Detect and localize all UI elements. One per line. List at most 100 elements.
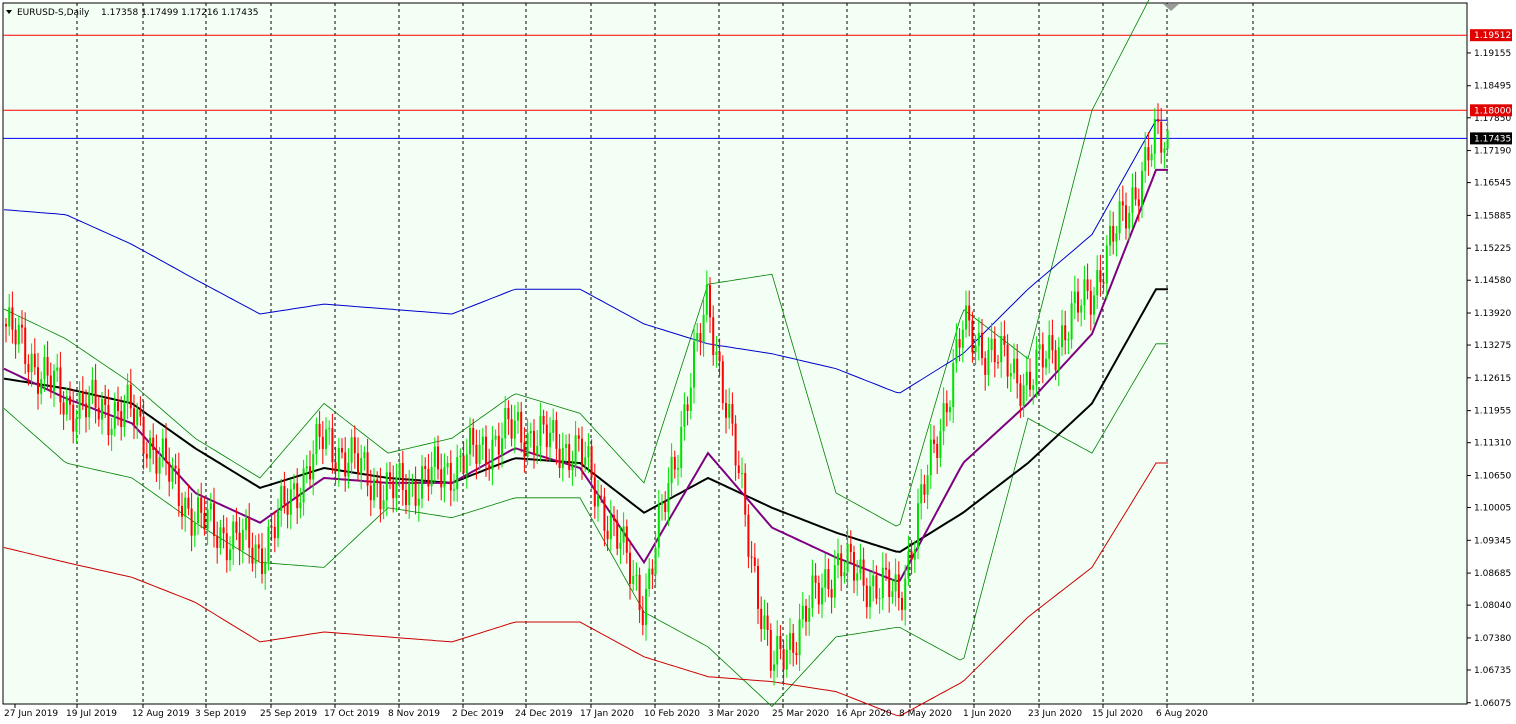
candle-body	[632, 575, 635, 584]
y-tick-label: 1.06735	[1474, 666, 1511, 676]
candle-body	[24, 327, 27, 365]
candle-body	[184, 497, 187, 517]
candle-body	[920, 484, 923, 504]
x-tick-label: 24 Dec 2019	[515, 709, 573, 719]
candle-body	[648, 568, 651, 589]
candle-body	[245, 518, 247, 530]
candle-body	[427, 468, 430, 487]
candle-body	[190, 508, 193, 536]
candle-body	[222, 527, 225, 534]
candle-body	[85, 403, 87, 418]
candle-body	[235, 521, 238, 533]
candle-body	[731, 403, 734, 424]
candle-body	[1163, 148, 1166, 153]
candle-body	[142, 416, 145, 454]
y-tick-label: 1.11310	[1474, 439, 1511, 449]
candle-body	[747, 514, 750, 557]
x-tick-label: 19 Jul 2019	[66, 709, 117, 719]
y-tick-label: 1.15225	[1474, 244, 1511, 254]
candle-body	[763, 615, 766, 630]
candle-body	[1019, 383, 1022, 406]
candle-body	[894, 574, 897, 592]
candle-body	[478, 444, 481, 464]
candle-body	[113, 401, 116, 429]
candle-body	[961, 329, 964, 348]
candle-body	[680, 426, 683, 469]
candle-body	[181, 506, 183, 517]
candle-body	[296, 483, 299, 509]
candle-body	[193, 523, 196, 536]
candle-body	[1070, 303, 1073, 340]
candle-body	[859, 559, 862, 574]
candle-body	[213, 503, 215, 536]
candle-body	[968, 305, 971, 321]
candle-body	[363, 452, 366, 459]
candle-body	[616, 520, 619, 549]
candle-body	[382, 500, 385, 510]
candle-body	[657, 504, 660, 548]
candle-body	[929, 439, 932, 476]
candle-body	[158, 457, 161, 474]
candle-body	[977, 332, 980, 346]
candle-body	[846, 543, 849, 573]
symbol-label: EURUSD-S,Daily	[17, 8, 90, 18]
candle-body	[958, 339, 961, 348]
candle-body	[139, 409, 142, 417]
x-tick-label: 25 Mar 2020	[772, 709, 829, 719]
candle-body	[865, 585, 868, 608]
candle-body	[520, 411, 523, 443]
candle-body	[325, 429, 327, 449]
candle-body	[446, 462, 449, 468]
candle-body	[897, 574, 900, 598]
candle-body	[581, 438, 583, 465]
candle-body	[1125, 205, 1127, 229]
candle-body	[945, 403, 948, 413]
candle-body	[757, 565, 759, 609]
candle-body	[1041, 344, 1044, 368]
candle-body	[801, 605, 804, 620]
candle-body	[1093, 295, 1095, 315]
candle-body	[376, 479, 379, 483]
candle-body	[65, 396, 68, 415]
candle-body	[1121, 201, 1124, 206]
candle-body	[1099, 270, 1102, 283]
candle-body	[1054, 350, 1057, 371]
candle-body	[17, 324, 20, 345]
candle-body	[472, 428, 475, 445]
candle-body	[702, 314, 705, 343]
candle-body	[14, 329, 17, 345]
candle-body	[344, 452, 347, 477]
candle-body	[862, 559, 865, 586]
candle-body	[430, 466, 433, 487]
candle-body	[1134, 187, 1137, 200]
y-tick-label: 1.15885	[1474, 211, 1511, 221]
candle-body	[219, 527, 222, 549]
candle-body	[1131, 187, 1134, 213]
price-chart[interactable]: 1.191551.184951.178501.171901.165451.158…	[0, 0, 1516, 724]
candle-body	[664, 502, 667, 512]
candle-body	[497, 435, 500, 455]
candle-body	[414, 480, 417, 506]
candle-body	[88, 392, 91, 418]
candle-body	[805, 605, 807, 622]
candle-body	[165, 438, 167, 463]
x-tick-label: 17 Jan 2020	[580, 709, 634, 719]
candle-body	[197, 497, 199, 524]
candle-body	[833, 565, 836, 598]
candle-body	[504, 408, 507, 439]
candle-body	[475, 444, 478, 464]
candle-body	[437, 446, 439, 470]
candle-body	[987, 350, 990, 375]
candle-body	[552, 420, 555, 433]
candle-body	[1118, 201, 1121, 234]
candle-body	[334, 462, 337, 472]
candle-body	[949, 407, 951, 413]
candle-body	[462, 455, 465, 474]
candle-body	[869, 586, 871, 608]
y-tick-label: 1.18495	[1474, 82, 1511, 92]
candle-body	[545, 424, 548, 448]
candle-body	[654, 547, 657, 575]
y-tick-label: 1.19155	[1474, 49, 1511, 59]
candle-body	[248, 518, 251, 548]
candle-body	[910, 551, 913, 560]
